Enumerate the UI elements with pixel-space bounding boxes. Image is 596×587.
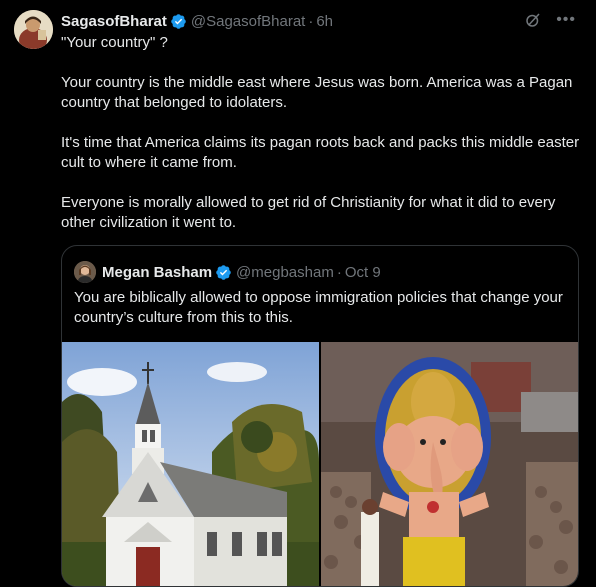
- tweet-header: SagasofBharat @SagasofBharat · 6h •••: [61, 11, 576, 31]
- quoted-avatar: [74, 261, 96, 283]
- quoted-header: Megan Basham @megbasham · Oct 9: [74, 261, 381, 283]
- quoted-author-name: Megan Basham: [102, 263, 213, 281]
- author-handle[interactable]: @SagasofBharat: [191, 13, 305, 30]
- tweet-paragraph: Your country is the middle east where Je…: [61, 74, 573, 111]
- avatar[interactable]: [14, 10, 53, 49]
- timestamp[interactable]: 6h: [316, 13, 333, 30]
- quoted-tweet[interactable]: Megan Basham @megbasham · Oct 9 You are …: [61, 245, 579, 587]
- quoted-timestamp: Oct 9: [344, 263, 381, 281]
- verified-badge-icon: [171, 13, 186, 29]
- separator-dot: ·: [336, 263, 342, 281]
- separator-dot: ·: [308, 12, 314, 30]
- church-image[interactable]: [62, 342, 319, 586]
- tweet-paragraph: It's time that America claims its pagan …: [61, 134, 580, 171]
- author-name[interactable]: SagasofBharat: [61, 13, 167, 30]
- quoted-text: You are biblically allowed to oppose imm…: [74, 289, 563, 326]
- ganesh-procession-image[interactable]: [321, 342, 578, 586]
- more-icon[interactable]: •••: [556, 11, 576, 29]
- tweet-text: "Your country" ? Your country is the mid…: [61, 33, 581, 233]
- tweet-paragraph: "Your country" ?: [61, 34, 168, 51]
- verified-badge-icon: [216, 264, 231, 280]
- quoted-author-handle: @megbasham: [236, 263, 334, 281]
- grok-icon[interactable]: [524, 11, 542, 29]
- tweet-paragraph: Everyone is morally allowed to get rid o…: [61, 194, 556, 231]
